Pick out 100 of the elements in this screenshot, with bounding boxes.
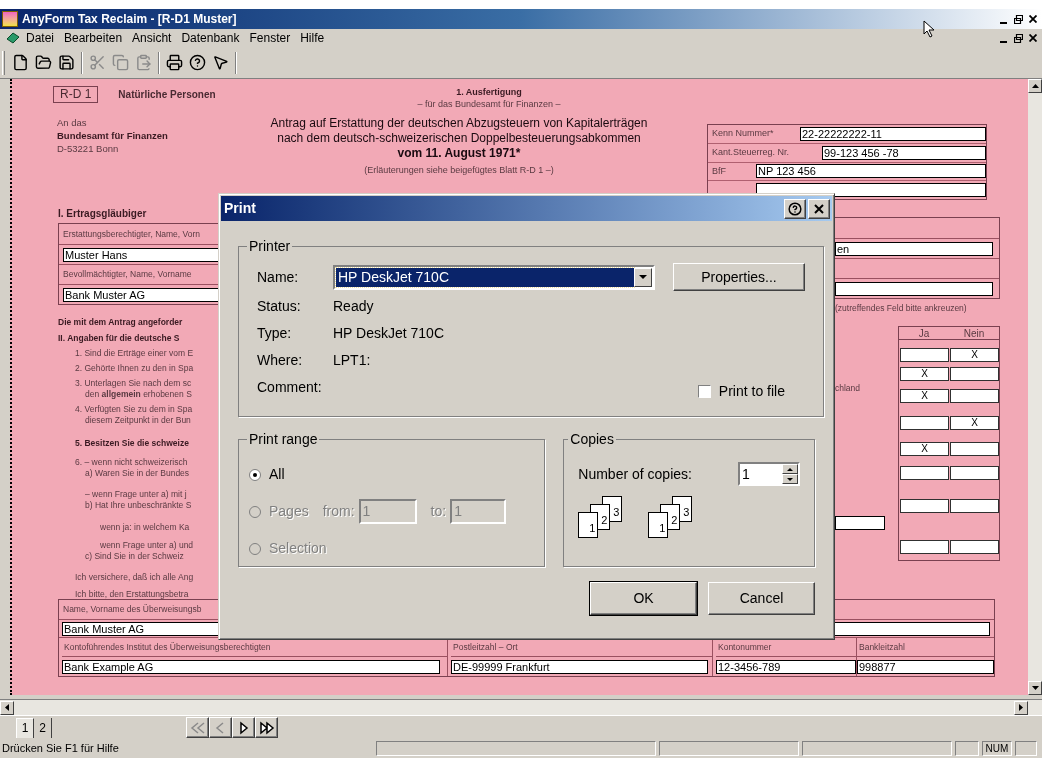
help-button[interactable] bbox=[784, 198, 806, 219]
id-field[interactable]: NP 123 456 bbox=[756, 164, 986, 179]
close-icon bbox=[814, 203, 824, 214]
new-document-icon bbox=[12, 54, 29, 71]
horizontal-scrollbar[interactable] bbox=[0, 699, 1042, 715]
minimize-icon bbox=[999, 22, 1007, 24]
form-text: 4. Verfügten Sie zu dem in Spa bbox=[75, 404, 193, 414]
dialog-title: Print bbox=[224, 199, 256, 218]
section-heading: I. Ertragsgläubiger bbox=[57, 207, 147, 221]
page-nav-button[interactable] bbox=[232, 717, 255, 738]
cancel-button[interactable]: Cancel bbox=[708, 582, 815, 615]
answer-checkbox[interactable] bbox=[900, 466, 949, 480]
field-value: LPT1: bbox=[333, 351, 371, 370]
party-field[interactable]: en bbox=[835, 241, 993, 256]
ok-button[interactable]: OK bbox=[590, 582, 697, 615]
print-to-file-checkbox[interactable] bbox=[697, 385, 711, 398]
restore-icon bbox=[1013, 33, 1023, 43]
column-header: Nein bbox=[963, 327, 985, 339]
close-button[interactable] bbox=[808, 198, 830, 219]
answer-checkbox[interactable]: X bbox=[950, 416, 999, 430]
answer-checkbox[interactable] bbox=[950, 499, 999, 513]
address-line: Bundesamt für Finanzen bbox=[57, 129, 168, 142]
menu-item[interactable]: Hilfe bbox=[296, 30, 329, 46]
answer-checkbox[interactable] bbox=[900, 540, 949, 554]
bank-column-label: Bankleitzahl bbox=[858, 640, 905, 654]
status-panel bbox=[1015, 740, 1037, 756]
answer-checkbox[interactable] bbox=[950, 442, 999, 456]
form-text: diesem Zeitpunkt in der Bun bbox=[85, 415, 191, 425]
answer-checkbox[interactable]: X bbox=[900, 367, 949, 381]
bank-field[interactable]: 998877 bbox=[857, 659, 994, 674]
bank-field[interactable]: 12-3456-789 bbox=[716, 659, 856, 674]
vertical-scrollbar[interactable] bbox=[1028, 79, 1042, 695]
field-value: HP DeskJet 710C bbox=[333, 324, 444, 343]
right-arrow-icon bbox=[1019, 704, 1023, 711]
answer-checkbox[interactable] bbox=[950, 466, 999, 480]
field-label: Comment: bbox=[257, 378, 323, 397]
close-button[interactable] bbox=[1026, 32, 1040, 44]
restore-button[interactable] bbox=[1011, 32, 1025, 44]
id-field[interactable]: 22-22222222-11 bbox=[800, 126, 986, 141]
help-icon bbox=[189, 54, 206, 71]
bank-field[interactable]: DE-99999 Frankfurt bbox=[451, 659, 708, 674]
field-label: from: bbox=[322, 502, 355, 521]
form-text: Ich bitte, den Erstattungsbetra bbox=[75, 589, 189, 599]
group-label: Printer bbox=[248, 237, 292, 256]
form-text: chland bbox=[835, 383, 861, 394]
form-text: c) Sind Sie in der Schweiz bbox=[85, 551, 184, 561]
menu-item[interactable]: Datei bbox=[22, 30, 58, 46]
double-arrow-icon bbox=[188, 720, 207, 735]
app-icon bbox=[2, 11, 18, 27]
up-arrow-icon bbox=[787, 467, 793, 471]
page-tab[interactable]: 1 bbox=[16, 717, 34, 738]
id-label: BfF bbox=[711, 164, 726, 178]
id-field[interactable]: 99-123 456 -78 bbox=[822, 145, 986, 160]
menu-item[interactable]: Bearbeiten bbox=[60, 30, 127, 46]
field-label: Where: bbox=[257, 351, 304, 370]
page-nav-button[interactable] bbox=[255, 717, 278, 738]
radio-button[interactable] bbox=[249, 468, 261, 481]
party-label: Erstattungsberechtigter, Name, Vorn bbox=[63, 227, 201, 241]
party-field[interactable]: Muster Hans bbox=[63, 247, 218, 262]
form-text: 5. Besitzen Sie die schweize bbox=[75, 438, 189, 448]
small-field[interactable] bbox=[835, 516, 885, 530]
radio-label: Pages bbox=[269, 502, 309, 521]
answer-checkbox[interactable] bbox=[950, 540, 999, 554]
document-icon bbox=[6, 32, 20, 44]
field-label: Status: bbox=[257, 297, 302, 316]
copies-spinner[interactable]: 1 bbox=[738, 462, 800, 486]
down-arrow-icon bbox=[1031, 686, 1039, 690]
save-icon bbox=[58, 54, 75, 71]
answer-checkbox[interactable] bbox=[900, 416, 949, 430]
status-text: Drücken Sie F1 für Hilfe bbox=[1, 740, 120, 756]
bank-field[interactable]: Bank Example AG bbox=[62, 659, 440, 674]
printer-select[interactable]: HP DeskJet 710C bbox=[333, 264, 655, 290]
form-text: 3. Unterlagen Sie nach dem sc bbox=[75, 378, 192, 388]
restore-button[interactable] bbox=[1011, 13, 1025, 25]
answer-checkbox[interactable]: X bbox=[950, 348, 999, 362]
answer-checkbox[interactable]: X bbox=[900, 442, 949, 456]
party-field[interactable] bbox=[835, 281, 993, 296]
bank-column-label: Kontoführendes Institut des Überweisungsberechtigten bbox=[63, 640, 271, 654]
answer-checkbox[interactable] bbox=[900, 499, 949, 513]
properties-button[interactable]: Properties... bbox=[673, 263, 805, 291]
close-button[interactable] bbox=[1026, 13, 1040, 25]
form-title: nach dem deutsch-schweizerischen Doppelbesteuerungsabkommen bbox=[277, 131, 641, 146]
scissors-icon bbox=[89, 54, 106, 71]
menu-item[interactable]: Fenster bbox=[245, 30, 295, 46]
answer-checkbox[interactable] bbox=[950, 389, 999, 403]
answer-checkbox[interactable] bbox=[900, 348, 949, 362]
down-arrow-icon bbox=[787, 477, 793, 481]
form-text: 2. Gehörte Ihnen zu den in Spa bbox=[75, 363, 194, 373]
paste-icon bbox=[135, 54, 152, 71]
menu-item[interactable]: Ansicht bbox=[128, 30, 176, 46]
party-field[interactable]: Bank Muster AG bbox=[63, 287, 218, 302]
form-text: a) Waren Sie in der Bundes bbox=[85, 468, 190, 478]
answer-checkbox[interactable] bbox=[950, 367, 999, 381]
restore-icon bbox=[1013, 14, 1023, 24]
copy-icon bbox=[112, 54, 129, 71]
left-arrow-icon bbox=[5, 704, 9, 711]
menu-item[interactable]: Datenbank bbox=[177, 30, 244, 46]
minimize-icon bbox=[999, 41, 1007, 43]
answer-checkbox[interactable]: X bbox=[900, 389, 949, 403]
id-field[interactable] bbox=[756, 183, 986, 198]
